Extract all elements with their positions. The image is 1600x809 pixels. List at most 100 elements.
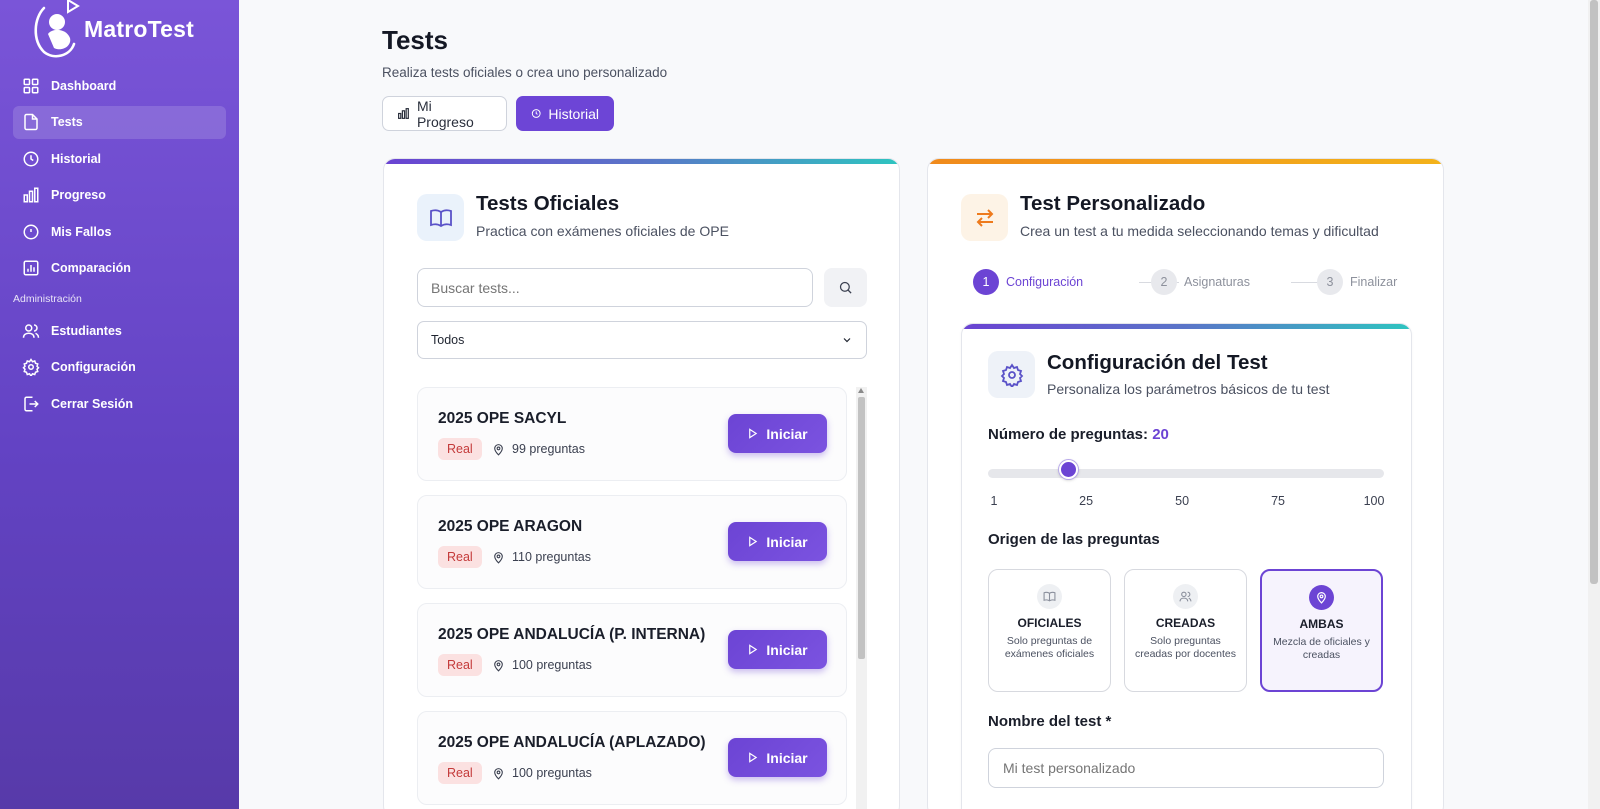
test-item: 2025 OPE ANDALUCÍA (APLAZADO) Real 100 p… <box>417 711 847 805</box>
clock-icon <box>531 109 541 118</box>
test-name: 2025 OPE ANDALUCÍA (APLAZADO) <box>438 734 706 751</box>
users-icon <box>1173 584 1198 609</box>
page-subtitle: Realiza tests oficiales o crea uno perso… <box>382 65 668 80</box>
list-scrollbar[interactable] <box>856 387 867 809</box>
sidebar-item-label: Tests <box>51 115 83 129</box>
sidebar-item-tests[interactable]: Tests <box>13 105 226 139</box>
bar-chart-icon <box>398 108 409 119</box>
play-icon <box>749 428 758 439</box>
sidebar-item-label: Comparación <box>51 261 131 275</box>
card-accent-bar <box>962 324 1411 329</box>
search-icon <box>839 281 852 294</box>
search-input[interactable] <box>417 268 813 307</box>
step-number: 2 <box>1151 269 1177 295</box>
origin-options: OFICIALES Solo preguntas de exámenes ofi… <box>988 569 1384 692</box>
question-count: 99 preguntas <box>492 438 585 460</box>
test-name-input[interactable] <box>988 748 1384 788</box>
logout-icon <box>24 396 39 411</box>
test-name-label: Nombre del test * <box>988 713 1112 730</box>
step-label: Finalizar <box>1350 275 1398 289</box>
stepper: 1 Configuración 2 Asignaturas 3 Finaliza… <box>973 269 1403 297</box>
play-icon <box>749 644 758 655</box>
sidebar-item-cerrar-sesion[interactable]: Cerrar Sesión <box>13 387 226 420</box>
logo-icon <box>30 0 80 60</box>
test-item: 2025 OPE ANDALUCÍA (P. INTERNA) Real 100… <box>417 603 847 697</box>
historial-button[interactable]: Historial <box>516 96 614 131</box>
pin-icon <box>494 767 503 780</box>
origin-option-ambas[interactable]: AMBAS Mezcla de oficiales y creadas <box>1260 569 1383 692</box>
option-desc: Mezcla de oficiales y creadas <box>1273 636 1370 661</box>
page-scroll-thumb[interactable] <box>1590 0 1598 584</box>
scroll-up-arrow[interactable] <box>858 388 864 393</box>
custom-title: Test Personalizado <box>1020 192 1206 215</box>
pin-icon <box>494 551 503 564</box>
play-icon <box>749 536 758 547</box>
sidebar-item-comparacion[interactable]: Comparación <box>13 252 226 285</box>
file-icon <box>24 113 38 131</box>
sidebar-item-historial[interactable]: Historial <box>13 142 226 175</box>
step-finalizar[interactable]: 3 Finalizar <box>1317 269 1397 295</box>
sidebar-item-mis-fallos[interactable]: Mis Fallos <box>13 215 226 248</box>
slider-tick: 100 <box>1363 494 1385 508</box>
questions-slider-track[interactable] <box>988 469 1384 478</box>
sidebar-item-label: Historial <box>51 151 102 166</box>
step-label: Configuración <box>1006 275 1084 289</box>
test-name: 2025 OPE SACYL <box>438 410 567 427</box>
status-badge: Real <box>438 438 482 460</box>
option-title: AMBAS <box>1299 617 1344 631</box>
question-count: 100 preguntas <box>492 762 592 784</box>
sidebar-item-estudiantes[interactable]: Estudiantes <box>13 314 226 347</box>
grid-icon <box>23 78 39 93</box>
filter-value: Todos <box>431 333 465 347</box>
sidebar-item-progreso[interactable]: Progreso <box>13 179 226 212</box>
sidebar-item-dashboard[interactable]: Dashboard <box>13 69 226 102</box>
step-label: Asignaturas <box>1184 275 1251 289</box>
config-title: Configuración del Test <box>1047 351 1268 374</box>
swap-icon <box>961 194 1008 241</box>
page-scrollbar[interactable] <box>1588 0 1600 809</box>
pin-icon <box>494 659 503 672</box>
slider-tick: 25 <box>1079 494 1094 508</box>
card-accent-bar <box>928 159 1443 164</box>
scroll-thumb[interactable] <box>858 397 865 659</box>
step-asignaturas[interactable]: 2 Asignaturas <box>1151 269 1250 295</box>
book-icon <box>417 194 464 241</box>
slider-tick: 1 <box>990 494 998 508</box>
chevron-down-icon <box>843 338 851 343</box>
option-title: OFICIALES <box>1017 616 1082 630</box>
origin-option-creadas[interactable]: CREADAS Solo preguntas creadas por docen… <box>1124 569 1247 692</box>
start-test-button[interactable]: Iniciar <box>728 414 827 453</box>
question-count: 110 preguntas <box>492 546 591 568</box>
start-test-button[interactable]: Iniciar <box>728 630 827 669</box>
questions-value: 20 <box>1152 426 1169 443</box>
sidebar-item-label: Configuración <box>51 360 136 374</box>
origin-option-oficiales[interactable]: OFICIALES Solo preguntas de exámenes ofi… <box>988 569 1111 692</box>
pin-icon <box>1309 585 1334 610</box>
sidebar-item-label: Mis Fallos <box>51 224 112 239</box>
official-title: Tests Oficiales <box>476 192 620 215</box>
pin-icon <box>494 443 503 456</box>
sidebar-item-configuracion[interactable]: Configuración <box>13 351 226 384</box>
official-tests-card: Tests Oficiales Practica con exámenes of… <box>383 158 900 809</box>
slider-tick: 75 <box>1271 494 1285 508</box>
option-desc: Solo preguntas de exámenes oficiales <box>1004 635 1095 660</box>
mi-progreso-button[interactable]: Mi Progreso <box>382 96 507 131</box>
chart-box-icon <box>23 260 39 276</box>
brand[interactable]: MatroTest <box>30 0 194 60</box>
page-title: Tests <box>382 25 448 55</box>
filter-select[interactable]: Todos <box>417 321 867 359</box>
start-test-button[interactable]: Iniciar <box>728 522 827 561</box>
sidebar-item-label: Cerrar Sesión <box>51 396 133 411</box>
search-button[interactable] <box>824 268 867 307</box>
status-badge: Real <box>438 762 482 784</box>
custom-test-card: Test Personalizado Crea un test a tu med… <box>927 158 1444 809</box>
alert-circle-icon <box>23 224 39 239</box>
start-test-button[interactable]: Iniciar <box>728 738 827 777</box>
historial-label: Historial <box>548 105 599 122</box>
users-icon <box>22 323 40 338</box>
question-count: 100 preguntas <box>492 654 592 676</box>
step-configuracion[interactable]: 1 Configuración <box>973 269 1083 295</box>
play-icon <box>749 752 758 763</box>
sidebar-item-label: Dashboard <box>51 78 117 93</box>
config-card: Configuración del Test Personaliza los p… <box>961 323 1412 809</box>
